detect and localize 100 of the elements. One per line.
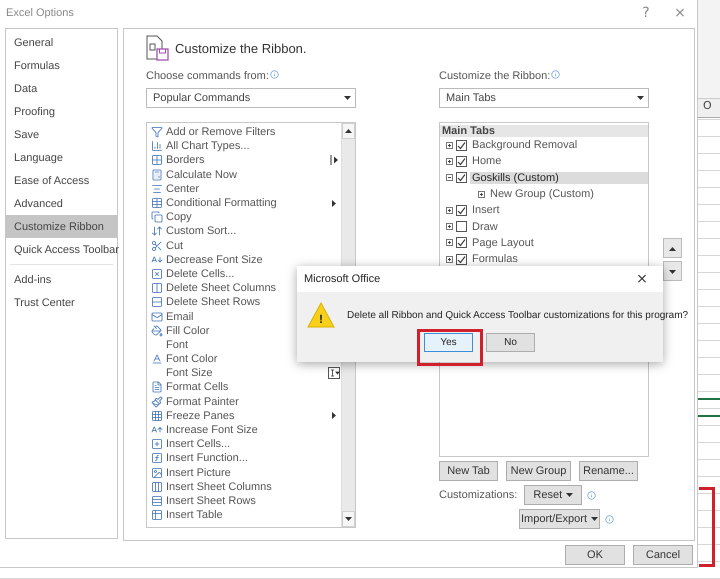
align-center-icon [150, 182, 162, 195]
close-button[interactable]: × [663, 2, 697, 24]
checkmark-icon [457, 206, 466, 215]
sidebar-item[interactable]: Customize Ribbon [6, 215, 117, 238]
checkbox[interactable] [456, 221, 467, 232]
dialog-button[interactable]: Yes [424, 333, 473, 352]
field-label: Customizations: [439, 489, 518, 501]
command-item[interactable]: Format Painter [166, 396, 327, 408]
scroll-down-button[interactable] [342, 511, 355, 527]
ribbon-button[interactable]: New Tab [439, 461, 498, 481]
command-item[interactable]: Copy [166, 211, 327, 224]
command-item[interactable]: Decrease Font Size [166, 254, 327, 266]
checkbox[interactable] [456, 172, 467, 184]
scroll-up-button[interactable] [342, 123, 355, 139]
tree-item[interactable]: Draw [470, 220, 648, 233]
sidebar-item[interactable]: Ease of Access [6, 169, 117, 192]
expand-icon[interactable] [446, 158, 453, 165]
sidebar-item[interactable]: Add-ins [6, 268, 117, 291]
scissors-icon [150, 240, 162, 252]
caret-down-icon [566, 493, 574, 497]
move-down-button[interactable] [663, 261, 682, 281]
info-icon [587, 490, 596, 500]
copy-icon [150, 211, 162, 224]
caret-down-icon [344, 96, 351, 100]
tree-item[interactable]: New Group (Custom) [488, 188, 648, 200]
checkbox[interactable] [456, 204, 467, 216]
tree-item[interactable]: Page Layout [470, 236, 648, 249]
sidebar-item[interactable]: Trust Center [6, 291, 117, 314]
command-item[interactable]: Freeze Panes [166, 410, 327, 422]
tree-item[interactable]: Background Removal [470, 139, 648, 152]
command-item[interactable]: Add or Remove Filters [166, 126, 327, 138]
tree-item[interactable]: Goskills (Custom) [470, 172, 648, 184]
command-item[interactable]: Insert Sheet Rows [166, 494, 327, 507]
sidebar-item[interactable]: Advanced [6, 192, 117, 215]
submenu-arrow-icon [332, 412, 336, 420]
function-icon [150, 452, 162, 464]
command-item[interactable]: Insert Cells... [166, 438, 327, 450]
checkbox[interactable] [456, 254, 467, 265]
move-up-button[interactable] [663, 238, 682, 258]
expand-icon[interactable] [478, 190, 485, 198]
command-item[interactable]: Cut [166, 240, 327, 252]
format-cells-icon [150, 381, 162, 394]
command-item[interactable]: Insert Table [166, 509, 327, 522]
rows-icon [150, 494, 162, 507]
expand-icon[interactable] [446, 206, 453, 214]
command-item[interactable]: Format Cells [166, 381, 327, 394]
sidebar-item[interactable]: General [6, 31, 117, 54]
columns-icon [150, 480, 162, 493]
help-button[interactable]: ? [629, 2, 663, 24]
ok-button[interactable]: OK [565, 545, 625, 565]
rows-icon [150, 296, 162, 308]
import-export-button[interactable]: Import/Export [519, 509, 600, 529]
reset-button[interactable]: Reset [524, 485, 582, 505]
tree-item[interactable]: Home [470, 155, 648, 168]
checkbox[interactable] [456, 140, 467, 151]
sidebar-item[interactable]: Data [6, 77, 117, 100]
insert-cells-icon [150, 438, 162, 450]
close-button[interactable]: × [625, 268, 659, 290]
ribbon-customize-icon [146, 35, 170, 61]
sort-icon [150, 225, 162, 238]
expand-icon[interactable] [446, 223, 453, 230]
ribbon-dropdown[interactable]: Main Tabs [439, 88, 649, 108]
command-item[interactable]: Insert Sheet Columns [166, 480, 327, 493]
sidebar-item[interactable]: Quick Access Toolbar [6, 238, 117, 261]
cancel-button[interactable]: Cancel [633, 545, 693, 565]
table-icon [150, 197, 162, 210]
command-item[interactable]: Conditional Formatting [166, 197, 327, 210]
collapse-icon[interactable] [446, 174, 453, 182]
command-item[interactable]: Calculate Now [166, 168, 327, 181]
command-item[interactable]: Increase Font Size [166, 424, 327, 436]
command-item[interactable]: All Chart Types... [166, 140, 327, 152]
font-color-icon [150, 353, 162, 366]
chart-icon [150, 140, 162, 152]
dialog-button[interactable]: No [486, 333, 535, 352]
expand-icon[interactable] [446, 256, 453, 263]
funnel-icon [150, 126, 162, 138]
ribbon-button[interactable]: New Group [506, 461, 571, 481]
sidebar-item[interactable]: Proofing [6, 100, 117, 123]
checkbox[interactable] [456, 237, 467, 248]
command-item[interactable]: Center [166, 182, 327, 195]
command-item[interactable]: Insert Picture [166, 466, 327, 479]
command-item[interactable]: Font Size [166, 367, 327, 380]
command-item[interactable]: Custom Sort... [166, 225, 327, 238]
sidebar-item[interactable]: Language [6, 146, 117, 169]
command-item[interactable]: Insert Function... [166, 452, 327, 464]
ribbon-button[interactable]: Rename... [579, 461, 638, 481]
grid-icon [150, 410, 162, 422]
warning-icon: ! [307, 302, 335, 328]
mail-icon [150, 310, 162, 323]
checkbox[interactable] [456, 156, 467, 167]
caret-up-icon [669, 246, 676, 250]
tree-item[interactable]: Insert [470, 204, 648, 216]
expand-icon[interactable] [446, 142, 453, 149]
sidebar-item[interactable]: Save [6, 123, 117, 146]
sidebar-item[interactable]: Formulas [6, 54, 117, 77]
tree-item[interactable]: Formulas [470, 253, 648, 266]
commands-dropdown[interactable]: Popular Commands [146, 88, 356, 108]
caret-down-icon [345, 517, 352, 521]
command-item[interactable]: Borders [166, 154, 327, 166]
expand-icon[interactable] [446, 239, 453, 246]
